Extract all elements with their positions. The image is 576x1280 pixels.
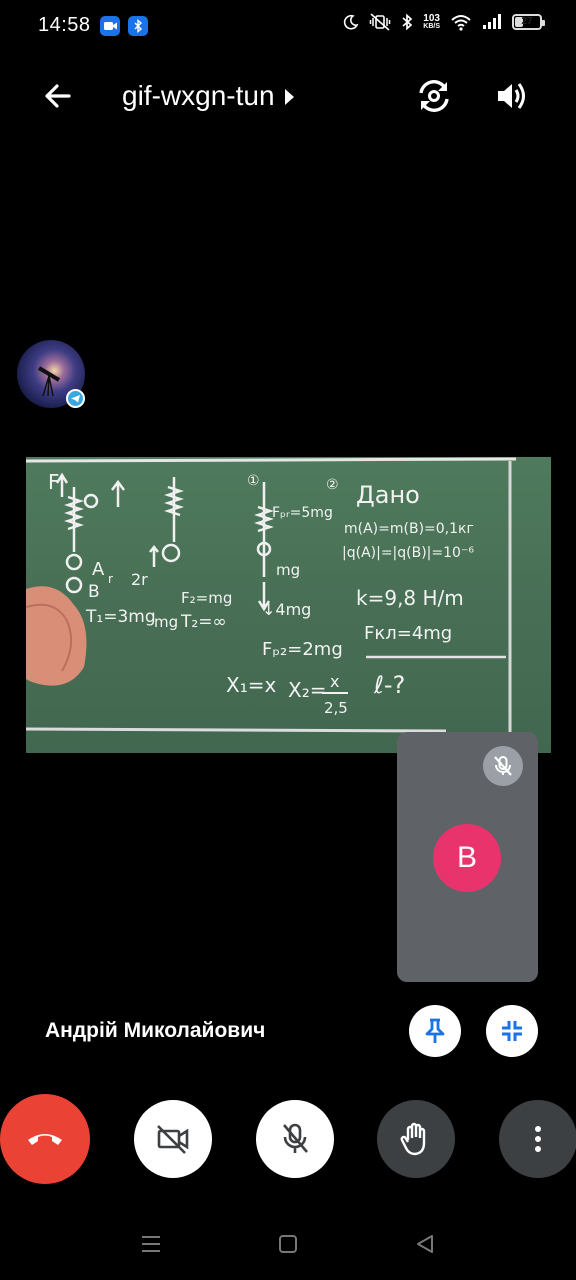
mic-off-icon [494,756,512,776]
svg-text:A: A [92,559,105,580]
home-button[interactable] [277,1233,299,1260]
svg-text:F₂=mg: F₂=mg [181,589,232,607]
minimize-button[interactable] [486,1005,538,1057]
status-bar: 14:58 103 KB/S 27 [0,0,576,52]
raise-hand-icon [400,1122,426,1156]
svg-text:r: r [108,572,113,586]
end-call-icon [28,1134,62,1145]
svg-text:Fкл=4mg: Fкл=4mg [364,623,452,644]
self-avatar: B [433,824,501,892]
svg-text:X₁=x: X₁=x [226,673,276,697]
mic-toggle-button[interactable] [256,1100,334,1178]
participant-name: Андрій Миколайович [45,1019,266,1042]
svg-text:Fₚ₂=2mg: Fₚ₂=2mg [262,639,343,660]
back-button[interactable] [38,76,78,116]
svg-text:Дано: Дано [356,481,420,509]
more-options-button[interactable] [499,1100,576,1178]
svg-text:T₂=∞: T₂=∞ [180,612,227,632]
call-header: gif-wxgn-tun [0,60,576,132]
self-mic-status [483,746,523,786]
svg-text:mg: mg [276,561,300,579]
back-arrow-icon [45,84,71,108]
network-speed: 103 KB/S [423,12,440,30]
pin-icon [425,1018,445,1043]
bluetooth-icon [402,13,413,31]
svg-text:X₂=: X₂= [288,678,326,702]
more-options-icon [535,1126,541,1152]
recents-button[interactable] [140,1233,162,1260]
chevron-right-icon [284,89,294,105]
system-nav-bar [0,1218,576,1272]
home-icon [279,1235,297,1253]
raise-hand-button[interactable] [377,1100,455,1178]
telegram-badge-icon [66,389,85,408]
camera-toggle-button[interactable] [134,1100,212,1178]
switch-camera-icon [419,80,449,112]
moon-icon [344,14,359,30]
switch-camera-button[interactable] [414,76,454,116]
svg-text:2,5: 2,5 [324,699,348,717]
clock: 14:58 [38,14,91,36]
self-view-tile[interactable]: B [397,732,538,982]
battery-icon: 27 [512,14,545,30]
svg-text:k=9,8 H/m: k=9,8 H/m [356,586,464,610]
pin-button[interactable] [409,1005,461,1057]
svg-text:|q(A)|=|q(B)|=10⁻⁶: |q(A)|=|q(B)|=10⁻⁶ [342,545,474,561]
nav-back-button[interactable] [414,1233,436,1260]
meeting-code: gif-wxgn-tun [122,80,275,111]
bluetooth-app-icon [128,16,148,36]
camera-off-icon [157,1125,189,1154]
svg-text:2r: 2r [131,570,148,589]
svg-text:B: B [88,582,100,602]
speaker-icon [498,83,525,109]
end-call-button[interactable] [0,1094,90,1184]
shared-video-feed: F A r B 2r T₁=3mg mg T₂=∞ F₂=mg ① ② Fₚᵣ=… [26,457,551,753]
mic-off-icon [283,1123,308,1153]
svg-text:Fₚᵣ=5mg: Fₚᵣ=5mg [272,505,333,521]
recents-icon [142,1236,160,1252]
vibrate-icon [370,13,391,31]
audio-output-button[interactable] [492,76,532,116]
svg-text:m(A)=m(B)=0,1кг: m(A)=m(B)=0,1кг [344,521,474,537]
svg-text:mg: mg [154,613,178,631]
wifi-icon [451,15,471,31]
svg-text:F: F [48,470,60,494]
svg-text:↓4mg: ↓4mg [262,600,311,619]
back-icon [417,1235,433,1253]
signal-icon [483,14,501,29]
meeting-info-button[interactable]: gif-wxgn-tun [122,80,294,112]
svg-text:①: ① [247,473,260,489]
meet-app-icon [100,16,120,36]
svg-text:ℓ-?: ℓ-? [373,671,405,699]
call-controls [0,1094,576,1184]
svg-text:x: x [330,672,339,691]
minimize-icon [502,1021,522,1041]
svg-text:T₁=3mg: T₁=3mg [85,607,156,627]
svg-text:②: ② [326,477,339,493]
